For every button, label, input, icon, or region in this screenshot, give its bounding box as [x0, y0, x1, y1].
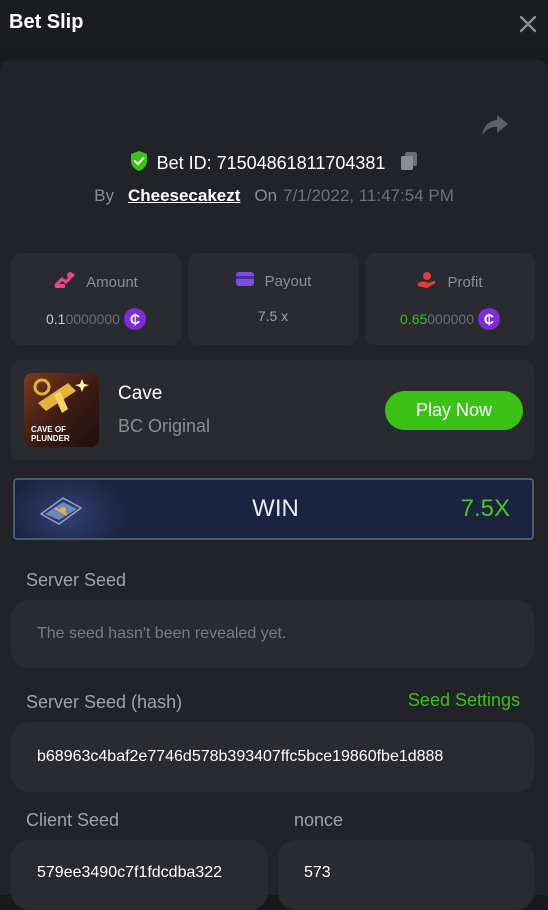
nonce-value: 573 — [304, 864, 331, 881]
server-seed-hash-field[interactable]: b68963c4baf2e7746d578b393407ffc5bce19860… — [11, 722, 534, 792]
amount-label: Amount — [86, 273, 138, 291]
thumb-title-line2: PLUNDER — [31, 434, 70, 443]
amount-value: 0.10000000 — [46, 311, 120, 327]
copy-icon[interactable] — [399, 151, 419, 176]
header-bar: Bet Slip — [0, 0, 548, 48]
game-provider: BC Original — [118, 416, 211, 436]
profit-card: Profit 0.65000000 ₵ — [365, 253, 535, 345]
payout-value: 7.5 x — [257, 308, 289, 324]
bcd-coin-icon: ₵ — [123, 308, 146, 330]
verified-shield-icon — [129, 150, 149, 177]
result-label: WIN — [252, 495, 299, 522]
profit-value: 0.65000000 — [400, 311, 474, 327]
thumb-title-line1: CAVE OF — [31, 425, 66, 434]
amount-card: Amount 0.10000000 ₵ — [11, 253, 181, 345]
nonce-label: nonce — [294, 810, 344, 830]
win-result-banner: WIN 7.5X — [13, 478, 534, 540]
amount-icon — [54, 271, 76, 293]
game-thumbnail[interactable]: CAVE OF PLUNDER — [24, 373, 99, 447]
play-now-button[interactable]: Play Now — [385, 391, 523, 430]
wallet-icon — [235, 271, 255, 291]
bet-id-row: Bet ID: 71504861811704381 — [0, 150, 548, 176]
game-card: CAVE OF PLUNDER Cave BC Original Play No… — [11, 360, 534, 460]
server-seed-label: Server Seed — [26, 570, 127, 590]
server-seed-field: The seed hasn't been revealed yet. — [11, 600, 534, 668]
server-seed-hash-label: Server Seed (hash) — [26, 692, 183, 712]
share-icon[interactable] — [481, 113, 509, 139]
page-title: Bet Slip — [9, 11, 84, 33]
result-multiplier: 7.5X — [460, 495, 510, 522]
bcd-coin-icon: ₵ — [477, 308, 500, 330]
bet-id: Bet ID: 71504861811704381 — [156, 152, 386, 173]
profit-hand-icon — [417, 271, 437, 293]
bet-date: 7/1/2022, 11:47:54 PM — [283, 186, 454, 205]
by-label: By — [94, 186, 114, 205]
server-seed-hash-value: b68963c4baf2e7746d578b393407ffc5bce19860… — [37, 748, 444, 765]
close-icon[interactable] — [516, 12, 540, 36]
client-seed-label: Client Seed — [26, 810, 120, 830]
payout-label: Payout — [264, 272, 312, 290]
bet-meta-row: By Cheesecakezt On 7/1/2022, 11:47:54 PM — [0, 184, 548, 208]
payout-card: Payout 7.5 x — [188, 253, 358, 345]
seed-settings-link[interactable]: Seed Settings — [408, 690, 520, 711]
server-seed-value: The seed hasn't been revealed yet. — [37, 625, 287, 642]
client-seed-field[interactable]: 579ee3490c7f1fdcdba322 — [11, 840, 268, 910]
game-name: Cave — [118, 383, 163, 404]
profit-label: Profit — [447, 273, 483, 291]
on-label: On — [254, 186, 278, 205]
nonce-field[interactable]: 573 — [278, 840, 534, 910]
username-link[interactable]: Cheesecakezt — [128, 186, 240, 206]
client-seed-value: 579ee3490c7f1fdcdba322 — [37, 864, 223, 881]
